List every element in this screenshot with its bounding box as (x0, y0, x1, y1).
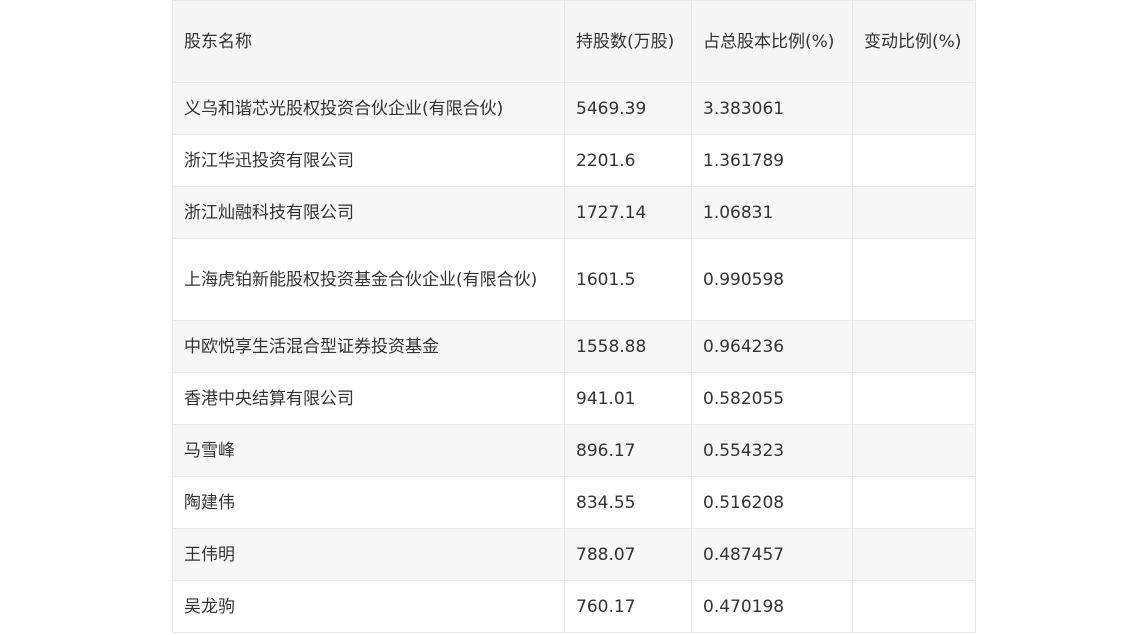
cell-change-ratio (852, 82, 976, 135)
cell-shares-held: 1601.5 (564, 238, 692, 321)
cell-shares-held: 896.17 (564, 424, 692, 477)
table-row: 浙江灿融科技有限公司 1727.14 1.06831 (172, 186, 976, 239)
table-row: 吴龙驹 760.17 0.470198 (172, 580, 976, 633)
table-header-row: 股东名称 持股数(万股) 占总股本比例(%) 变动比例(%) (172, 0, 976, 83)
cell-change-ratio (852, 134, 976, 187)
cell-share-ratio: 0.964236 (691, 320, 853, 373)
header-change-ratio: 变动比例(%) (852, 0, 976, 83)
table-row: 义乌和谐芯光股权投资合伙企业(有限合伙) 5469.39 3.383061 (172, 82, 976, 135)
cell-shareholder-name: 王伟明 (172, 528, 565, 581)
header-share-ratio: 占总股本比例(%) (691, 0, 853, 83)
cell-shares-held: 2201.6 (564, 134, 692, 187)
cell-shares-held: 1727.14 (564, 186, 692, 239)
cell-shares-held: 941.01 (564, 372, 692, 425)
cell-shares-held: 834.55 (564, 476, 692, 529)
cell-share-ratio: 0.470198 (691, 580, 853, 633)
cell-shareholder-name: 浙江灿融科技有限公司 (172, 186, 565, 239)
cell-share-ratio: 0.990598 (691, 238, 853, 321)
cell-change-ratio (852, 528, 976, 581)
header-shares-held: 持股数(万股) (564, 0, 692, 83)
table-row: 上海虎铂新能股权投资基金合伙企业(有限合伙) 1601.5 0.990598 (172, 238, 976, 321)
table-row: 马雪峰 896.17 0.554323 (172, 424, 976, 477)
cell-shares-held: 760.17 (564, 580, 692, 633)
cell-change-ratio (852, 424, 976, 477)
shareholder-table-container: 股东名称 持股数(万股) 占总股本比例(%) 变动比例(%) 义乌和谐芯光股权投… (172, 0, 976, 633)
cell-shareholder-name: 浙江华迅投资有限公司 (172, 134, 565, 187)
cell-share-ratio: 3.383061 (691, 82, 853, 135)
cell-share-ratio: 1.06831 (691, 186, 853, 239)
cell-share-ratio: 0.487457 (691, 528, 853, 581)
cell-share-ratio: 0.554323 (691, 424, 853, 477)
cell-change-ratio (852, 476, 976, 529)
cell-share-ratio: 0.516208 (691, 476, 853, 529)
cell-change-ratio (852, 320, 976, 373)
cell-shares-held: 5469.39 (564, 82, 692, 135)
cell-shareholder-name: 香港中央结算有限公司 (172, 372, 565, 425)
cell-change-ratio (852, 580, 976, 633)
cell-change-ratio (852, 372, 976, 425)
cell-change-ratio (852, 238, 976, 321)
cell-shareholder-name: 上海虎铂新能股权投资基金合伙企业(有限合伙) (172, 238, 565, 321)
cell-shares-held: 1558.88 (564, 320, 692, 373)
table-row: 王伟明 788.07 0.487457 (172, 528, 976, 581)
header-shareholder-name: 股东名称 (172, 0, 565, 83)
cell-shareholder-name: 陶建伟 (172, 476, 565, 529)
cell-shares-held: 788.07 (564, 528, 692, 581)
shareholder-table: 股东名称 持股数(万股) 占总股本比例(%) 变动比例(%) 义乌和谐芯光股权投… (172, 0, 976, 633)
cell-shareholder-name: 马雪峰 (172, 424, 565, 477)
table-row: 中欧悦享生活混合型证券投资基金 1558.88 0.964236 (172, 320, 976, 373)
table-row: 陶建伟 834.55 0.516208 (172, 476, 976, 529)
cell-shareholder-name: 吴龙驹 (172, 580, 565, 633)
cell-share-ratio: 1.361789 (691, 134, 853, 187)
cell-shareholder-name: 中欧悦享生活混合型证券投资基金 (172, 320, 565, 373)
cell-shareholder-name: 义乌和谐芯光股权投资合伙企业(有限合伙) (172, 82, 565, 135)
cell-change-ratio (852, 186, 976, 239)
cell-share-ratio: 0.582055 (691, 372, 853, 425)
table-row: 浙江华迅投资有限公司 2201.6 1.361789 (172, 134, 976, 187)
table-row: 香港中央结算有限公司 941.01 0.582055 (172, 372, 976, 425)
